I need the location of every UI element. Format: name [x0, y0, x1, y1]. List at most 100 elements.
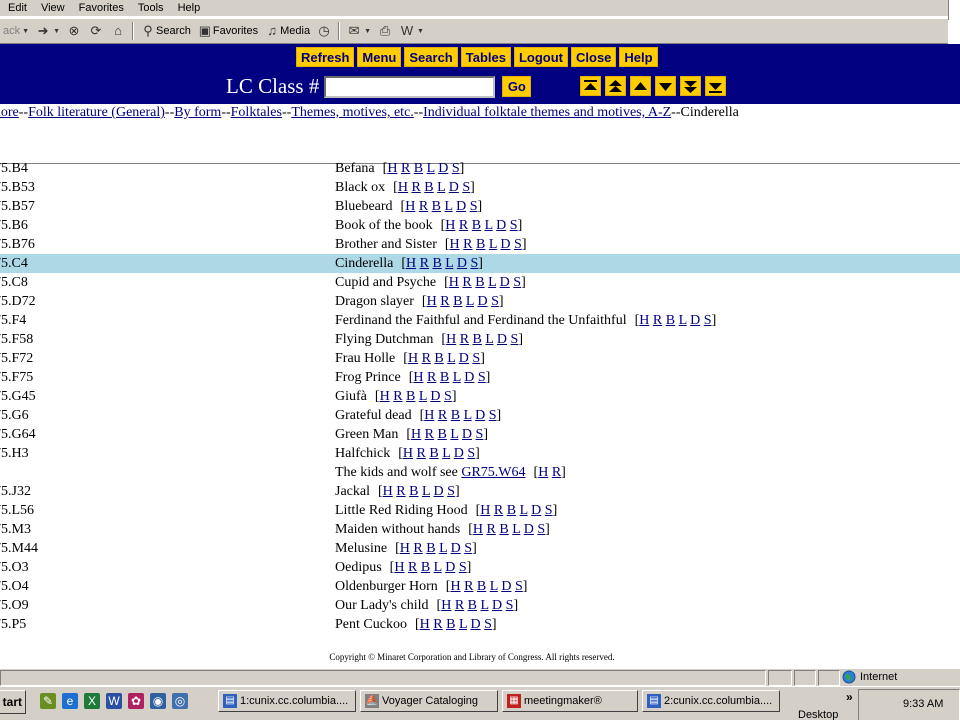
record-link-b[interactable]: B [424, 180, 433, 195]
record-link-b[interactable]: B [438, 427, 447, 442]
record-link-r[interactable]: R [393, 389, 402, 404]
last-page-button[interactable] [705, 76, 726, 96]
record-link-h[interactable]: H [427, 294, 437, 309]
record-link-b[interactable]: B [432, 256, 441, 271]
record-link-s[interactable]: S [470, 199, 478, 214]
breadcrumb-link[interactable]: Themes, motives, etc. [291, 105, 413, 120]
desktop-toolbar[interactable]: Desktop [798, 709, 838, 720]
app-icon[interactable]: ◎ [172, 693, 188, 709]
record-link-l[interactable]: L [679, 313, 687, 328]
record-link-b[interactable]: B [475, 275, 484, 290]
menu-button[interactable]: Menu [357, 47, 402, 67]
record-link-s[interactable]: S [478, 370, 486, 385]
media-button[interactable]: ♫ Media [261, 20, 313, 42]
chevron-down-icon[interactable]: ▼ [417, 28, 424, 35]
record-link-b[interactable]: B [451, 408, 460, 423]
breadcrumb-link[interactable]: lore [0, 105, 19, 120]
clock[interactable]: 9:33 AM [903, 698, 943, 710]
refresh-button[interactable]: ⟳ [85, 20, 107, 42]
record-link-l[interactable]: L [512, 522, 520, 537]
record-link-d[interactable]: D [497, 332, 507, 347]
task-button-voyager[interactable]: ⛵ Voyager Cataloging [360, 690, 498, 712]
tables-button[interactable]: Tables [460, 47, 511, 67]
record-link-d[interactable]: D [449, 180, 459, 195]
first-page-button[interactable] [580, 76, 601, 96]
record-link-d[interactable]: D [690, 313, 700, 328]
record-link-b[interactable]: B [414, 161, 423, 176]
app-icon[interactable]: ✿ [128, 693, 144, 709]
mail-button[interactable]: ✉ ▼ [343, 20, 374, 42]
record-link-s[interactable]: S [462, 180, 470, 195]
record-link-s[interactable]: S [452, 161, 460, 176]
record-link-d[interactable]: D [430, 389, 440, 404]
record-link-l[interactable]: L [447, 351, 455, 366]
forward-button[interactable]: ➜ ▼ [32, 20, 63, 42]
record-link-h[interactable]: H [406, 256, 416, 271]
show-desktop-icon[interactable]: ✎ [40, 693, 56, 709]
edit-button[interactable]: W ▼ [396, 20, 427, 42]
record-link-s[interactable]: S [484, 617, 492, 632]
record-link-b[interactable]: B [440, 370, 449, 385]
word-icon[interactable]: W [106, 693, 122, 709]
record-link-h[interactable]: H [400, 541, 410, 556]
record-link-b[interactable]: B [666, 313, 675, 328]
record-link-l[interactable]: L [459, 617, 467, 632]
record-link-l[interactable]: L [481, 598, 489, 613]
record-link-b[interactable]: B [429, 446, 438, 461]
record-link-s[interactable]: S [472, 351, 480, 366]
record-link-b[interactable]: B [446, 617, 455, 632]
record-link-d[interactable]: D [464, 370, 474, 385]
record-link-h[interactable]: H [441, 598, 451, 613]
record-link-r[interactable]: R [425, 427, 434, 442]
record-link-d[interactable]: D [500, 275, 510, 290]
record-link-r[interactable]: R [460, 332, 469, 347]
record-link-s[interactable]: S [444, 389, 452, 404]
record-link-r[interactable]: R [419, 199, 428, 214]
record-link-r[interactable]: R [455, 598, 464, 613]
record-link-b[interactable]: B [453, 294, 462, 309]
task-button-cunix-2[interactable]: ▤ 2:cunix.cc.columbia.... [642, 690, 780, 712]
record-link-r[interactable]: R [653, 313, 662, 328]
favorites-button[interactable]: ▣ Favorites [194, 20, 261, 42]
record-link-h[interactable]: H [408, 351, 418, 366]
record-link-r[interactable]: R [440, 294, 449, 309]
line-up-button[interactable] [630, 76, 651, 96]
record-link-d[interactable]: D [445, 560, 455, 575]
record-link-b[interactable]: B [507, 503, 516, 518]
record-link-l[interactable]: L [439, 541, 447, 556]
record-link-r[interactable]: R [459, 218, 468, 233]
record-link-b[interactable]: B [426, 541, 435, 556]
record-link-b[interactable]: B [477, 579, 486, 594]
record-link-d[interactable]: D [438, 161, 448, 176]
record-link-d[interactable]: D [451, 541, 461, 556]
breadcrumb-link[interactable]: By form [174, 105, 221, 120]
chevron-down-icon[interactable]: ▼ [22, 28, 29, 35]
record-link-r[interactable]: R [464, 579, 473, 594]
record-link-s[interactable]: S [510, 218, 518, 233]
lc-class-input[interactable] [324, 75, 496, 98]
record-link-h[interactable]: H [538, 465, 548, 480]
record-link-s[interactable]: S [489, 408, 497, 423]
record-link-h[interactable]: H [445, 218, 455, 233]
chevron-down-icon[interactable]: ▼ [364, 28, 371, 35]
record-link-s[interactable]: S [464, 541, 472, 556]
record-link-h[interactable]: H [450, 579, 460, 594]
record-link-r[interactable]: R [420, 256, 429, 271]
breadcrumb-link[interactable]: Folktales [231, 105, 282, 120]
breadcrumb-link[interactable]: Folk literature (General) [28, 105, 165, 120]
record-link-h[interactable]: H [449, 275, 459, 290]
record-link-h[interactable]: H [394, 560, 404, 575]
record-link-s[interactable]: S [511, 332, 519, 347]
record-link-s[interactable]: S [704, 313, 712, 328]
record-link-l[interactable]: L [445, 199, 453, 214]
home-button[interactable]: ⌂ [107, 20, 129, 42]
record-link-d[interactable]: D [524, 522, 534, 537]
breadcrumb-link[interactable]: Individual folktale themes and motives, … [423, 105, 671, 120]
page-down-button[interactable] [680, 76, 701, 96]
see-reference-link[interactable]: GR75.W64 [461, 465, 525, 480]
line-down-button[interactable] [655, 76, 676, 96]
record-link-d[interactable]: D [500, 237, 510, 252]
excel-icon[interactable]: X [84, 693, 100, 709]
record-link-s[interactable]: S [545, 503, 553, 518]
start-button[interactable]: tart [0, 690, 26, 714]
